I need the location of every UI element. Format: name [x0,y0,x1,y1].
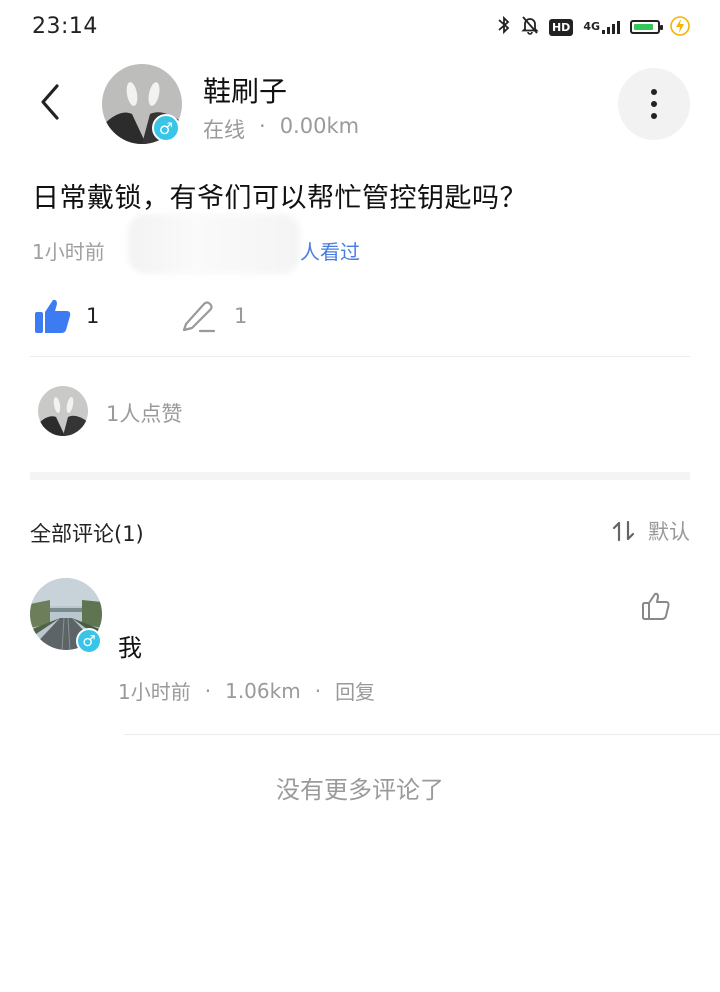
like-count: 1 [86,304,100,328]
battery-icon [630,20,663,34]
network-type-label: 4G [583,20,600,33]
sort-icon [612,520,635,542]
pencil-icon [182,301,216,333]
post-text: 日常戴锁，有爷们可以帮忙管控钥匙吗？ [32,183,527,214]
bluetooth-icon [497,15,511,39]
meta-separator: · [314,678,322,703]
comment-meta: 1小时前 · 1.06km · 回复 [118,676,375,705]
meta-separator: · [259,114,266,138]
hd-icon: HD [548,18,574,36]
comment-time: 1小时前 [118,680,191,704]
comment-text: 我 [118,634,142,662]
comment-like-button[interactable] [636,586,676,626]
likes-summary[interactable]: 1人点赞 [106,398,182,428]
more-dot-icon [651,89,657,95]
back-button[interactable] [28,80,72,124]
more-options-button[interactable] [618,68,690,140]
section-divider [30,472,690,480]
liker-avatar-photo [38,386,88,436]
user-distance: 0.00km [279,114,360,138]
status-icons: HD 4G [497,14,690,40]
meta-separator: · [204,678,212,703]
comment-button[interactable]: 1 [180,298,247,334]
male-gender-icon: ♂ [152,114,180,142]
post-time: 1小时前 [32,240,105,264]
views-label[interactable]: 人看过 [300,236,360,265]
thumbs-up-outline-icon [642,592,670,620]
comment-count: 1 [234,304,248,328]
divider [124,734,720,735]
status-time: 23:14 [32,14,98,39]
reply-button[interactable]: 回复 [335,676,375,705]
divider [30,356,690,357]
thumbs-up-filled-icon [35,299,71,333]
liker-avatar[interactable] [38,386,88,436]
user-name[interactable]: 鞋刷子 [203,70,287,110]
blurred-view-count [128,214,300,274]
like-button[interactable]: 1 [34,298,99,334]
comment-distance: 1.06km [225,678,301,703]
comments-title: 全部评论(1) [30,522,144,546]
signal-icon [602,20,620,34]
chevron-left-icon [41,84,59,120]
more-dot-icon [651,113,657,119]
sort-label: 默认 [648,520,690,544]
more-dot-icon [651,101,657,107]
male-gender-icon: ♂ [76,628,102,654]
network-indicator: 4G [583,20,620,34]
no-more-comments: 没有更多评论了 [276,776,444,804]
battery-level [634,24,653,30]
mute-bell-icon [521,15,539,39]
user-meta: 在线 · 0.00km [203,114,359,144]
sort-button[interactable]: 默认 [612,516,690,546]
online-status: 在线 [203,118,245,142]
charging-icon [670,15,690,40]
